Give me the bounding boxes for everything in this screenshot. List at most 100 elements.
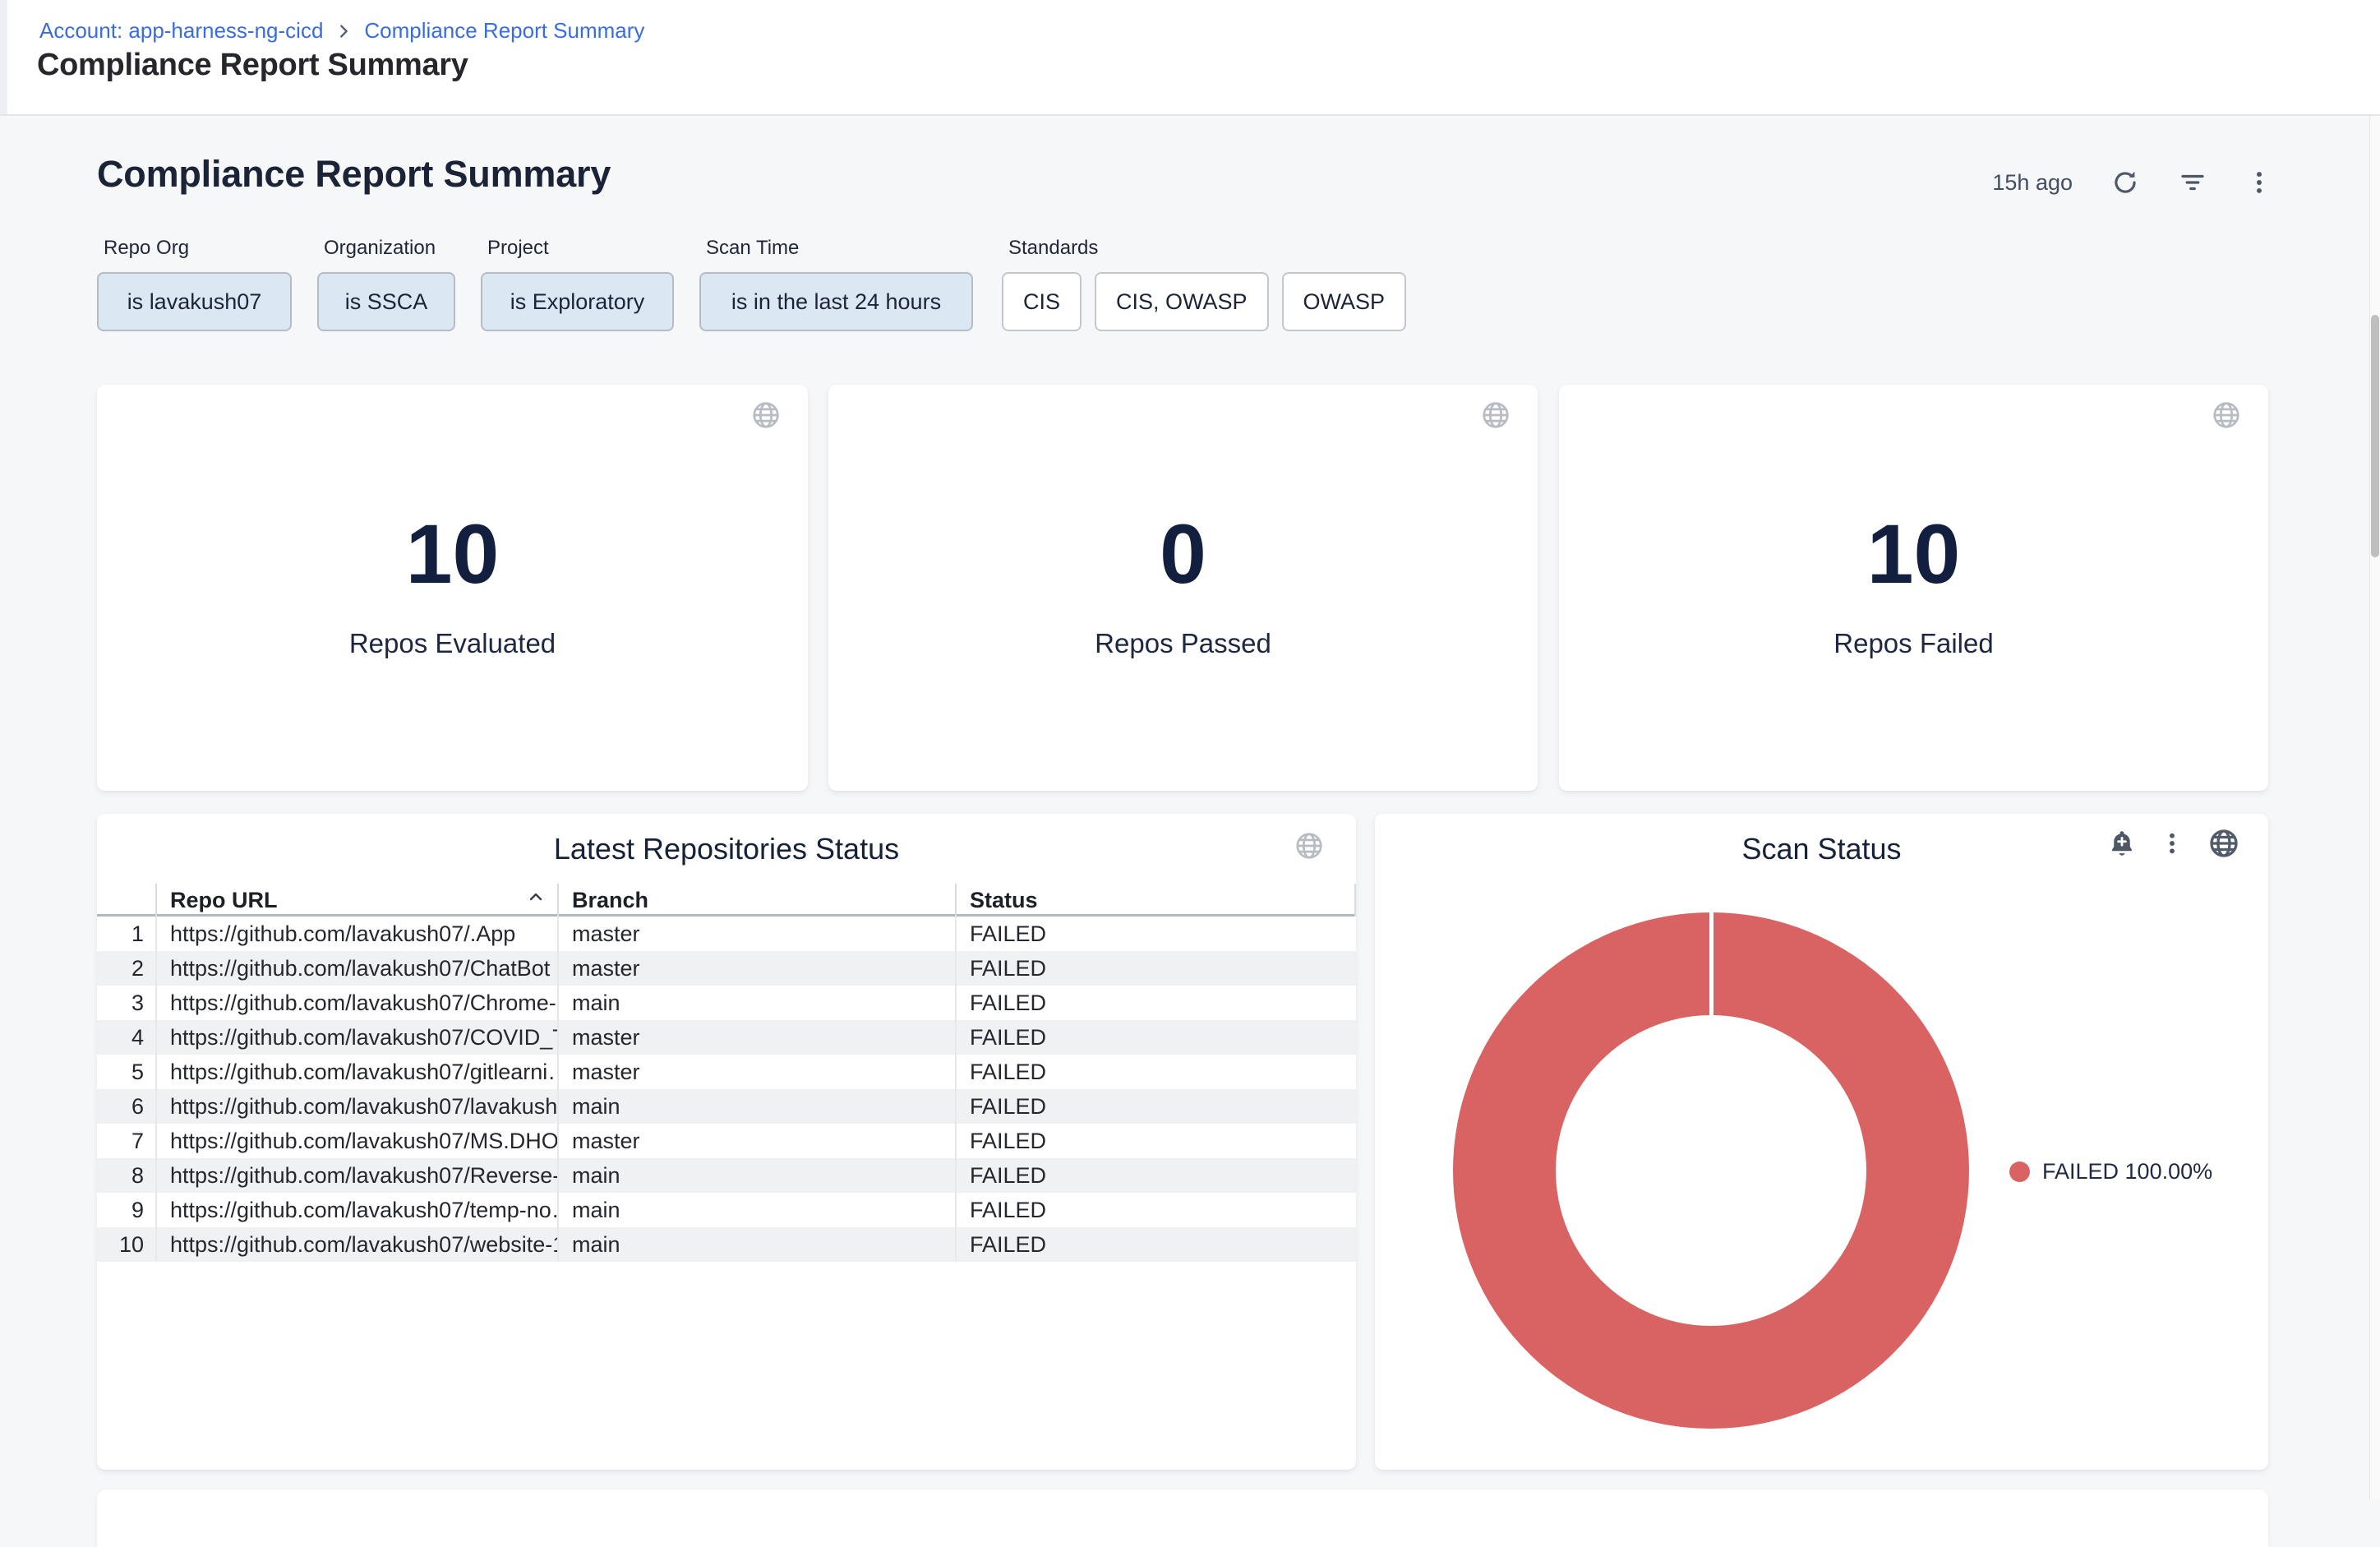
branch-cell: main bbox=[557, 1227, 955, 1262]
filter-chip-project[interactable]: is Exploratory bbox=[481, 272, 674, 331]
more-vert-icon[interactable] bbox=[2159, 830, 2185, 857]
status-cell: FAILED bbox=[955, 1055, 1356, 1089]
filter-chip-standards-cis-owasp[interactable]: CIS, OWASP bbox=[1095, 272, 1269, 331]
metric-value: 10 bbox=[1559, 506, 2268, 603]
status-cell: FAILED bbox=[955, 1193, 1356, 1227]
column-header-repo-url[interactable]: Repo URL bbox=[155, 884, 557, 917]
page-header: Account: app-harness-ng-cicd Compliance … bbox=[0, 0, 2380, 116]
branch-cell: main bbox=[557, 986, 955, 1020]
status-cell: FAILED bbox=[955, 1020, 1356, 1055]
table-row: 7 https://github.com/lavakush07/MS.DHO… … bbox=[97, 1124, 1356, 1158]
status-cell: FAILED bbox=[955, 1227, 1356, 1262]
metric-value: 0 bbox=[828, 506, 1538, 603]
branch-cell: master bbox=[557, 1124, 955, 1158]
legend-label: FAILED 100.00% bbox=[2042, 1159, 2212, 1184]
globe-icon bbox=[750, 399, 782, 431]
latest-repositories-status-card: Latest Repositories Status Repo URL Bran… bbox=[97, 814, 1356, 1470]
filter-label: Organization bbox=[317, 237, 455, 260]
metric-card-repos-failed: 10 Repos Failed bbox=[1559, 385, 2268, 791]
column-header-label: Branch bbox=[572, 888, 648, 913]
breadcrumb: Account: app-harness-ng-cicd Compliance … bbox=[39, 18, 644, 44]
chevron-right-icon bbox=[334, 22, 353, 40]
column-header-label: Status bbox=[970, 888, 1038, 913]
table-card-title: Latest Repositories Status bbox=[97, 832, 1356, 866]
row-number: 8 bbox=[97, 1158, 155, 1193]
scan-status-donut-chart bbox=[1453, 912, 1969, 1429]
branch-cell: master bbox=[557, 917, 955, 951]
repo-url-cell: https://github.com/lavakush07/COVID_T… bbox=[155, 1020, 557, 1055]
globe-icon bbox=[2207, 827, 2240, 860]
status-cell: FAILED bbox=[955, 951, 1356, 986]
row-number-header bbox=[97, 884, 155, 917]
status-cell: FAILED bbox=[955, 1124, 1356, 1158]
repo-url-cell: https://github.com/lavakush07/MS.DHO… bbox=[155, 1124, 557, 1158]
next-panel-top-edge bbox=[97, 1489, 2268, 1547]
donut-slice-boundary bbox=[1709, 912, 1714, 1018]
branch-cell: master bbox=[557, 951, 955, 986]
table-row: 3 https://github.com/lavakush07/Chrome-…… bbox=[97, 986, 1356, 1020]
table-row: 6 https://github.com/lavakush07/lavakush… bbox=[97, 1089, 1356, 1124]
globe-icon bbox=[1480, 399, 1511, 431]
row-number: 1 bbox=[97, 917, 155, 951]
row-number: 10 bbox=[97, 1227, 155, 1262]
metric-label: Repos Passed bbox=[828, 628, 1538, 659]
filter-scan-time: Scan Time is in the last 24 hours bbox=[699, 237, 973, 331]
filter-organization: Organization is SSCA bbox=[317, 237, 455, 331]
branch-cell: main bbox=[557, 1193, 955, 1227]
filter-repo-org: Repo Org is lavakush07 bbox=[97, 237, 292, 331]
alert-bell-icon[interactable] bbox=[2107, 829, 2137, 858]
filter-chip-standards-owasp[interactable]: OWASP bbox=[1282, 272, 1407, 331]
vertical-scrollbar-thumb[interactable] bbox=[2371, 315, 2379, 557]
dashboard-toolbar: 15h ago bbox=[1992, 161, 2273, 204]
refresh-icon[interactable] bbox=[2110, 168, 2140, 197]
filter-chip-organization[interactable]: is SSCA bbox=[317, 272, 455, 331]
row-number: 6 bbox=[97, 1089, 155, 1124]
vertical-scrollbar-track bbox=[2369, 116, 2380, 1499]
filter-label: Repo Org bbox=[97, 237, 292, 260]
column-header-label: Repo URL bbox=[170, 888, 278, 913]
metric-card-repos-evaluated: 10 Repos Evaluated bbox=[97, 385, 808, 791]
status-cell: FAILED bbox=[955, 1089, 1356, 1124]
filter-label: Standards bbox=[1002, 237, 1406, 260]
filter-label: Project bbox=[481, 237, 674, 260]
branch-cell: main bbox=[557, 1158, 955, 1193]
repositories-table: Repo URL Branch Status 1 https://github.… bbox=[97, 884, 1356, 1262]
donut-hole bbox=[1556, 1015, 1866, 1326]
table-header-row: Repo URL Branch Status bbox=[97, 884, 1356, 917]
breadcrumb-account-link[interactable]: Account: app-harness-ng-cicd bbox=[39, 18, 323, 44]
filter-label: Scan Time bbox=[699, 237, 973, 260]
row-number: 3 bbox=[97, 986, 155, 1020]
column-header-branch[interactable]: Branch bbox=[557, 884, 955, 917]
column-header-status[interactable]: Status bbox=[955, 884, 1356, 917]
branch-cell: master bbox=[557, 1055, 955, 1089]
filter-standards: Standards CIS CIS, OWASP OWASP bbox=[1002, 237, 1406, 331]
table-row: 1 https://github.com/lavakush07/.App mas… bbox=[97, 917, 1356, 951]
filter-project: Project is Exploratory bbox=[481, 237, 674, 331]
breadcrumb-page-link[interactable]: Compliance Report Summary bbox=[364, 18, 644, 44]
compliance-report-dashboard: Account: app-harness-ng-cicd Compliance … bbox=[0, 0, 2380, 1499]
repo-url-cell: https://github.com/lavakush07/lavakush… bbox=[155, 1089, 557, 1124]
row-number: 5 bbox=[97, 1055, 155, 1089]
table-row: 9 https://github.com/lavakush07/temp-no…… bbox=[97, 1193, 1356, 1227]
table-row: 5 https://github.com/lavakush07/gitlearn… bbox=[97, 1055, 1356, 1089]
status-cell: FAILED bbox=[955, 986, 1356, 1020]
nav-edge bbox=[0, 0, 7, 114]
filter-chip-repo-org[interactable]: is lavakush07 bbox=[97, 272, 292, 331]
repo-url-cell: https://github.com/lavakush07/gitlearni… bbox=[155, 1055, 557, 1089]
filter-icon[interactable] bbox=[2178, 168, 2207, 197]
table-row: 8 https://github.com/lavakush07/Reverse-… bbox=[97, 1158, 1356, 1193]
filter-chip-scan-time[interactable]: is in the last 24 hours bbox=[699, 272, 973, 331]
scan-status-card: Scan Status bbox=[1375, 814, 2268, 1470]
repo-url-cell: https://github.com/lavakush07/temp-no… bbox=[155, 1193, 557, 1227]
metric-label: Repos Failed bbox=[1559, 628, 2268, 659]
row-number: 2 bbox=[97, 951, 155, 986]
row-number: 4 bbox=[97, 1020, 155, 1055]
metric-label: Repos Evaluated bbox=[97, 628, 808, 659]
table-row: 4 https://github.com/lavakush07/COVID_T…… bbox=[97, 1020, 1356, 1055]
legend-item-failed[interactable]: FAILED 100.00% bbox=[2009, 1159, 2212, 1184]
repo-url-cell: https://github.com/lavakush07/Chrome-… bbox=[155, 986, 557, 1020]
filter-chip-standards-cis[interactable]: CIS bbox=[1002, 272, 1082, 331]
more-vert-icon[interactable] bbox=[2245, 169, 2273, 196]
row-number: 9 bbox=[97, 1193, 155, 1227]
repo-url-cell: https://github.com/lavakush07/.App bbox=[155, 917, 557, 951]
